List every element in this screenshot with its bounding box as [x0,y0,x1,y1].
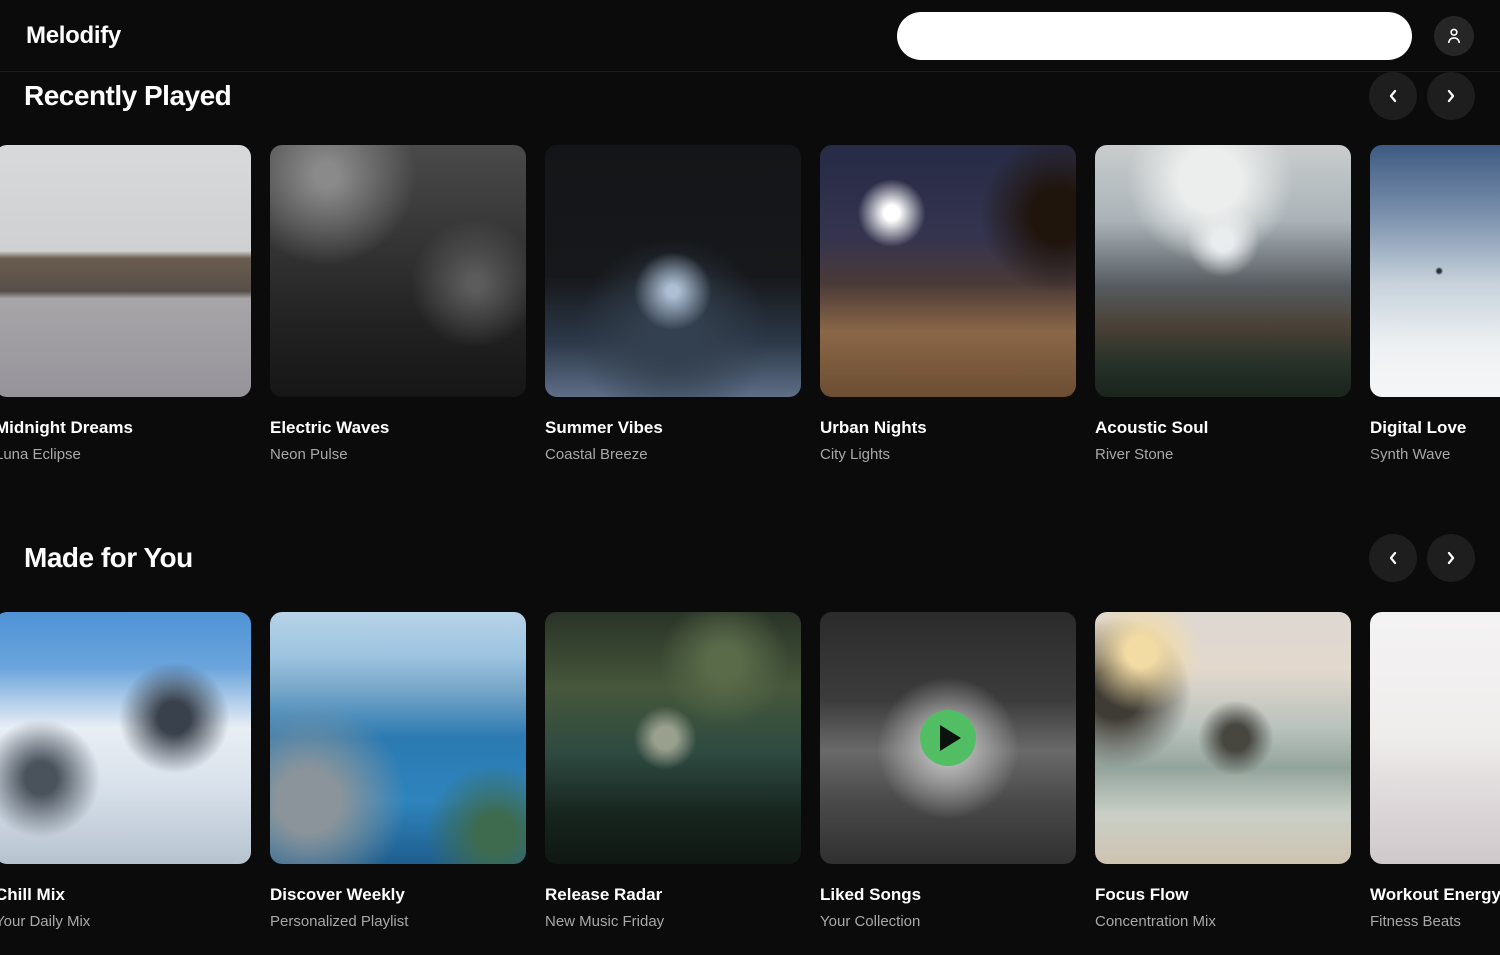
playlist-card[interactable]: Acoustic Soul River Stone [1095,145,1351,464]
playlist-card[interactable]: Workout Energy Fitness Beats [1370,612,1500,931]
card-subtitle: Synth Wave [1370,445,1500,464]
section-title: Recently Played [24,80,231,112]
carousel-next-button[interactable] [1427,534,1475,582]
recently-played-carousel: Midnight Dreams Luna Eclipse Electric Wa… [0,145,1500,464]
playlist-card[interactable]: Focus Flow Concentration Mix [1095,612,1351,931]
card-subtitle: New Music Friday [545,912,801,931]
search-input[interactable] [897,12,1412,60]
chevron-right-icon [1441,548,1461,568]
card-title: Release Radar [545,884,801,905]
card-subtitle: Luna Eclipse [0,445,251,464]
playlist-card[interactable]: Release Radar New Music Friday [545,612,801,931]
cover-image [270,145,526,397]
main-content: Recently Played Midnight Dreams Luna [0,72,1500,931]
card-title: Digital Love [1370,417,1500,438]
chevron-left-icon [1383,86,1403,106]
playlist-card[interactable]: Electric Waves Neon Pulse [270,145,526,464]
made-for-you-carousel: Chill Mix Your Daily Mix Discover Weekly… [0,612,1500,931]
card-title: Discover Weekly [270,884,526,905]
section-header: Recently Played [0,72,1500,120]
cover-image [545,612,801,864]
playlist-card[interactable]: Urban Nights City Lights [820,145,1076,464]
card-subtitle: Your Daily Mix [0,912,251,931]
playlist-card[interactable]: Summer Vibes Coastal Breeze [545,145,801,464]
card-subtitle: Concentration Mix [1095,912,1351,931]
card-title: Chill Mix [0,884,251,905]
playlist-card[interactable]: Midnight Dreams Luna Eclipse [0,145,251,464]
playlist-card[interactable]: Digital Love Synth Wave [1370,145,1500,464]
card-title: Urban Nights [820,417,1076,438]
card-subtitle: River Stone [1095,445,1351,464]
card-subtitle: Your Collection [820,912,1076,931]
card-subtitle: City Lights [820,445,1076,464]
cover-image [820,612,1076,864]
cover-image [1095,145,1351,397]
carousel-nav [1369,72,1475,120]
cover-image [270,612,526,864]
card-subtitle: Personalized Playlist [270,912,526,931]
chevron-right-icon [1441,86,1461,106]
carousel-next-button[interactable] [1427,72,1475,120]
carousel-prev-button[interactable] [1369,534,1417,582]
cover-image [1370,612,1500,864]
section-title: Made for You [24,542,193,574]
playlist-card[interactable]: Chill Mix Your Daily Mix [0,612,251,931]
play-icon [940,725,961,751]
section-header: Made for You [0,534,1500,582]
chevron-left-icon [1383,548,1403,568]
card-title: Electric Waves [270,417,526,438]
cover-image [0,145,251,397]
card-subtitle: Fitness Beats [1370,912,1500,931]
cover-image [0,612,251,864]
section-recently-played: Recently Played Midnight Dreams Luna [0,72,1500,464]
card-title: Liked Songs [820,884,1076,905]
card-title: Focus Flow [1095,884,1351,905]
card-title: Summer Vibes [545,417,801,438]
section-made-for-you: Made for You Chill Mix Your Daily Mix [0,534,1500,931]
app-logo: Melodify [26,22,121,50]
carousel-prev-button[interactable] [1369,72,1417,120]
playlist-card[interactable]: Discover Weekly Personalized Playlist [270,612,526,931]
playlist-card-liked-songs[interactable]: Liked Songs Your Collection [820,612,1076,931]
card-title: Midnight Dreams [0,417,251,438]
card-title: Acoustic Soul [1095,417,1351,438]
play-button[interactable] [920,710,976,766]
profile-button[interactable] [1434,16,1474,56]
card-subtitle: Neon Pulse [270,445,526,464]
cover-image [545,145,801,397]
cover-image [1370,145,1500,397]
carousel-nav [1369,534,1475,582]
card-title: Workout Energy [1370,884,1500,905]
cover-image [1095,612,1351,864]
top-bar: Melodify [0,0,1500,72]
user-icon [1444,26,1464,46]
cover-image [820,145,1076,397]
card-subtitle: Coastal Breeze [545,445,801,464]
